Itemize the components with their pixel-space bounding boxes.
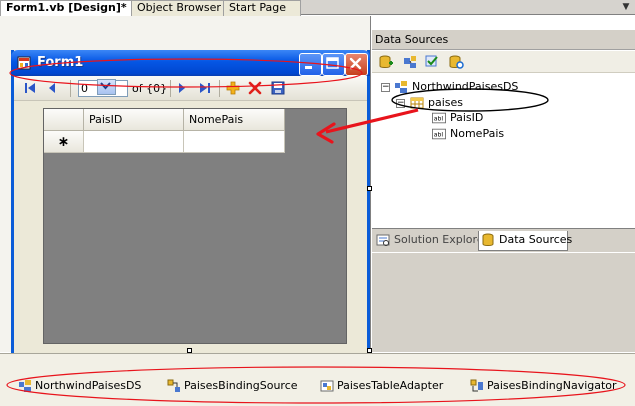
paises-data-grid[interactable]: PaisID NomePais ∗ (43, 108, 347, 344)
data-sources-tab-icon (482, 233, 494, 246)
move-previous-icon[interactable] (44, 80, 60, 96)
tree-node-field-paisid[interactable]: abl PaisID (432, 110, 483, 126)
configure-dataset-icon[interactable] (424, 54, 440, 70)
maximize-icon (326, 57, 339, 69)
tab-list-dropdown-icon[interactable]: ▼ (621, 1, 631, 13)
dataset-icon (395, 81, 407, 93)
edit-dataset-icon[interactable] (402, 54, 418, 70)
tray-item-binding-source[interactable]: PaisesBindingSource (167, 378, 298, 394)
binding-source-icon (167, 379, 180, 392)
move-next-icon[interactable] (174, 80, 190, 96)
binding-navigator-toolbar: of {0} (14, 76, 367, 101)
form-icon (17, 56, 31, 70)
field-label-paisid: PaisID (450, 111, 484, 124)
tab-solution-explorer-label: Solution Explorer (394, 233, 489, 246)
tray-item-dataset[interactable]: NorthwindPaisesDS (18, 378, 141, 394)
tab-form1-design[interactable]: Form1.vb [Design]* (0, 0, 139, 17)
form-window[interactable]: Form1 of {0} (11, 50, 370, 365)
form-title: Form1 (37, 55, 84, 70)
tree-node-table[interactable]: paises (410, 95, 463, 111)
tree-node-dataset[interactable]: NorthwindPaisesDS (394, 79, 518, 95)
panel-title: Data Sources (372, 30, 635, 50)
chevron-down-icon (100, 82, 111, 90)
field-label-nomepais: NomePais (450, 127, 505, 140)
tray-item-label: PaisesBindingNavigator (487, 379, 617, 392)
tree-node-field-nomepais[interactable]: abl NomePais (432, 126, 504, 142)
tray-item-label: PaisesBindingSource (184, 379, 298, 392)
dataset-icon (19, 380, 31, 392)
grid-header-row: PaisID NomePais (44, 109, 285, 131)
textbox-field-icon: abl (432, 128, 446, 140)
tab-start-page[interactable]: Start Page (223, 0, 301, 16)
table-adapter-icon (320, 380, 334, 392)
table-control-dropdown[interactable] (97, 79, 116, 95)
textbox-field-icon: abl (432, 112, 446, 124)
move-first-icon[interactable] (22, 80, 38, 96)
count-label: of {0} (132, 82, 168, 95)
collapse-dataset-icon[interactable]: − (381, 83, 390, 92)
table-label: paises (428, 96, 464, 109)
collapse-table-icon[interactable]: − (396, 99, 405, 108)
panel-empty-area (372, 253, 635, 352)
form-titlebar[interactable]: Form1 (11, 50, 370, 76)
binding-navigator-icon (470, 379, 483, 392)
data-sources-toolbar (372, 51, 635, 73)
column-header-nomepais[interactable]: NomePais (184, 109, 285, 131)
component-tray: NorthwindPaisesDS PaisesBindingSource Pa… (0, 353, 635, 406)
svg-text:abl: abl (434, 132, 444, 139)
new-row-marker[interactable]: ∗ (44, 131, 84, 153)
refresh-data-source-icon[interactable] (448, 54, 464, 70)
move-last-icon[interactable] (197, 80, 213, 96)
add-data-source-icon[interactable] (378, 54, 394, 70)
dataset-label: NorthwindPaisesDS (412, 80, 519, 93)
tab-data-sources[interactable]: Data Sources (478, 231, 572, 251)
tray-item-binding-navigator[interactable]: PaisesBindingNavigator (470, 378, 617, 394)
solution-explorer-icon (376, 234, 390, 246)
designer-surface: Form1 of {0} (0, 16, 372, 365)
minimize-icon (305, 66, 312, 69)
tab-solution-explorer[interactable]: Solution Explorer (374, 231, 488, 250)
panel-tab-strip: Solution Explorer Data Sources (372, 228, 635, 252)
delete-icon[interactable] (247, 80, 263, 96)
toolbar-separator (170, 80, 171, 97)
close-button[interactable] (345, 53, 368, 76)
add-new-icon[interactable] (225, 80, 241, 96)
grid-corner-header[interactable] (44, 109, 84, 131)
data-sources-tree: − NorthwindPaisesDS − paises abl PaisID a… (372, 74, 635, 224)
maximize-button[interactable] (322, 53, 345, 76)
column-header-paisid[interactable]: PaisID (84, 109, 184, 131)
tab-data-sources-label: Data Sources (499, 233, 573, 246)
data-sources-panel: Data Sources − NorthwindPaisesDS − paise… (372, 16, 635, 228)
toolbar-separator (219, 80, 220, 97)
save-icon[interactable] (270, 80, 286, 96)
grid-cell-paisid[interactable] (84, 131, 184, 153)
document-tab-strip: Form1.vb [Design]* Object Browser Start … (0, 0, 635, 17)
grid-cell-nomepais[interactable] (184, 131, 285, 153)
close-icon (349, 57, 362, 70)
toolbar-separator (70, 80, 71, 97)
tab-object-browser[interactable]: Object Browser (131, 0, 231, 16)
tray-item-label: PaisesTableAdapter (337, 379, 444, 392)
minimize-button[interactable] (299, 53, 322, 76)
tray-item-table-adapter[interactable]: PaisesTableAdapter (320, 378, 443, 394)
table-icon (410, 97, 424, 109)
tray-item-label: NorthwindPaisesDS (35, 379, 142, 392)
svg-text:abl: abl (434, 116, 444, 123)
